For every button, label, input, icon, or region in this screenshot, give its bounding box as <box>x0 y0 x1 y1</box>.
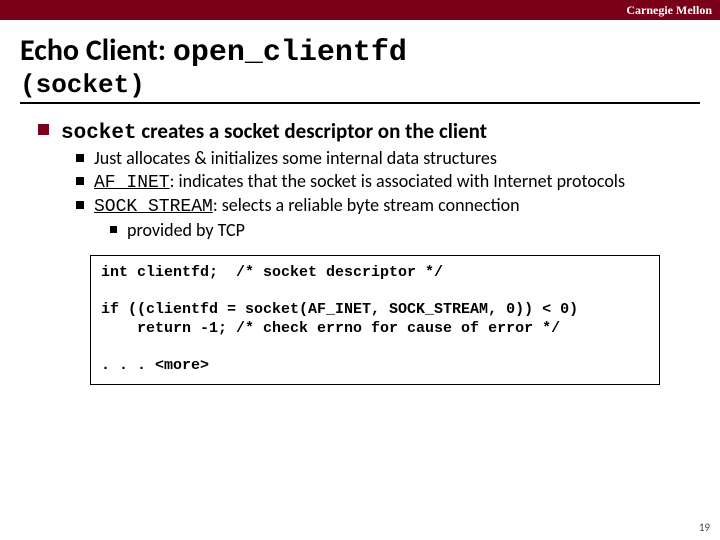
square-bullet-icon <box>76 177 84 185</box>
bullet-lvl1: socket creates a socket descriptor on th… <box>38 118 682 145</box>
title-func: open_clientfd <box>173 36 407 70</box>
code-line: if ((clientfd = socket(AF_INET, SOCK_STR… <box>101 301 578 318</box>
bullet-lvl1-rest: creates a socket descriptor on the clien… <box>137 118 487 144</box>
slide-title: Echo Client: open_clientfd <box>20 32 700 70</box>
square-bullet-icon <box>38 124 49 135</box>
bullet-lvl2: AF_INET: indicates that the socket is as… <box>76 170 682 195</box>
square-bullet-icon <box>110 226 117 233</box>
brand-label: Carnegie Mellon <box>626 3 712 17</box>
title-prefix: Echo Client: <box>20 32 173 69</box>
code-line: return -1; /* check errno for cause of e… <box>101 320 560 337</box>
bullet-lvl2: Just allocates & initializes some intern… <box>76 147 682 170</box>
bullet-lvl2-after: : selects a reliable byte stream connect… <box>213 194 520 216</box>
bullet-lvl2-text: SOCK_STREAM: selects a reliable byte str… <box>94 194 520 219</box>
slide-subtitle: (socket) <box>20 70 700 100</box>
bullet-lvl2: SOCK_STREAM: selects a reliable byte str… <box>76 194 682 219</box>
code-line: . . . <more> <box>101 357 209 374</box>
code-block: int clientfd; /* socket descriptor */ if… <box>90 255 660 386</box>
bullet-lvl1-code: socket <box>61 122 137 145</box>
square-bullet-icon <box>76 201 84 209</box>
code-line: int clientfd; /* socket descriptor */ <box>101 264 443 281</box>
bullet-lvl3-list: provided by TCP <box>110 219 682 241</box>
bullet-lvl2-code: SOCK_STREAM <box>94 197 213 217</box>
bullet-lvl1-text: socket creates a socket descriptor on th… <box>61 118 487 145</box>
bullet-list: socket creates a socket descriptor on th… <box>38 118 682 241</box>
bullet-lvl3: provided by TCP <box>110 219 682 241</box>
title-divider <box>20 102 700 104</box>
bullet-lvl2-code: AF_INET <box>94 173 170 193</box>
bullet-lvl3-text: provided by TCP <box>127 219 245 241</box>
bullet-lvl2-text: Just allocates & initializes some intern… <box>94 147 497 170</box>
bullet-lvl2-after: : indicates that the socket is associate… <box>170 170 625 192</box>
bullet-lvl2-text: AF_INET: indicates that the socket is as… <box>94 170 625 195</box>
bullet-lvl2-list: Just allocates & initializes some intern… <box>76 147 682 241</box>
square-bullet-icon <box>76 154 84 162</box>
header-bar: Carnegie Mellon <box>0 0 720 20</box>
page-number: 19 <box>699 521 710 534</box>
